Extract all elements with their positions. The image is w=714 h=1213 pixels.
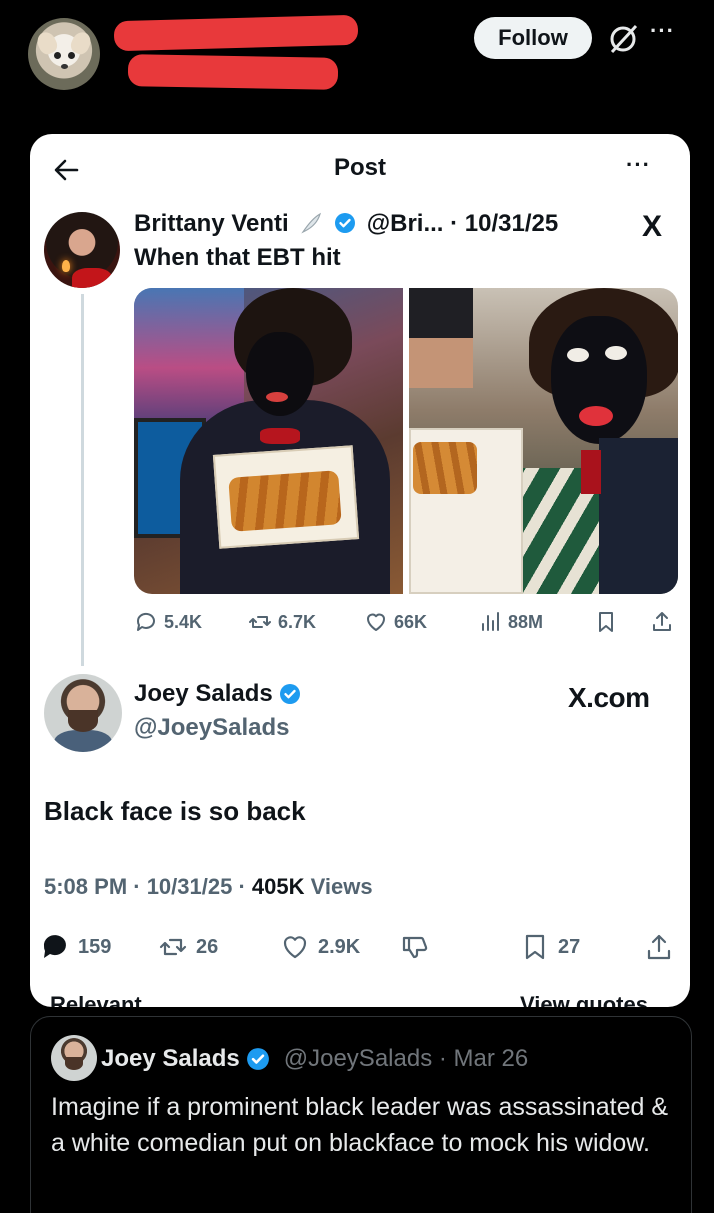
feather-icon (301, 212, 322, 234)
bookmark-button[interactable]: 27 (520, 932, 580, 962)
repost-icon (249, 616, 271, 628)
more-options-icon[interactable]: ··· (626, 152, 651, 178)
verified-badge-icon (335, 213, 356, 233)
quote-text: Imagine if a prominent black leader was … (51, 1093, 668, 1157)
post-meta: 5:08 PM · 10/31/25 · 405K Views (44, 874, 373, 899)
grok-icon[interactable] (606, 22, 640, 56)
share-icon (653, 612, 671, 631)
bookmark-button[interactable] (594, 610, 618, 634)
verified-badge-icon (246, 1048, 269, 1070)
reply-button[interactable]: 159 (40, 932, 111, 962)
thread-line (81, 294, 84, 666)
avatar[interactable] (44, 674, 122, 752)
quoted-post-author[interactable]: Brittany Venti @Bri... · 10/31/25 (134, 210, 558, 238)
post-header: Post ··· (30, 134, 690, 204)
heart-icon (283, 936, 307, 959)
bookmark-icon (525, 934, 545, 960)
post-screenshot-card: Post ··· Brittany Venti @Bri... · 10/31/… (30, 134, 690, 1007)
x-logo-icon: X (642, 210, 663, 243)
photo-1[interactable] (134, 288, 403, 594)
bookmark-icon (599, 612, 613, 632)
avatar[interactable] (44, 212, 120, 288)
like-button[interactable]: 2.9K (280, 932, 360, 962)
redacted-handle (127, 54, 339, 90)
photo-2[interactable] (409, 288, 678, 594)
follow-button[interactable]: Follow (474, 17, 592, 59)
repost-icon (159, 938, 187, 956)
share-icon (647, 934, 671, 960)
views-button[interactable]: 88M (478, 610, 543, 634)
quote-author[interactable]: Joey Salads @JoeySalads · Mar 26 (101, 1045, 528, 1073)
reply-icon (136, 612, 155, 631)
thumbs-down-icon (402, 936, 428, 959)
views-chart-icon (482, 612, 499, 631)
reply-icon (43, 935, 66, 958)
post-author-name[interactable]: Joey Salads (134, 680, 301, 708)
quoted-post-stats: 5.4K 6.7K 66K 88M (132, 606, 680, 642)
view-quotes-link[interactable]: View quotes (520, 992, 648, 1007)
avatar[interactable] (51, 1035, 97, 1081)
repost-button[interactable]: 6.7K (248, 610, 316, 634)
verified-badge-icon (279, 684, 300, 704)
share-button[interactable] (650, 610, 674, 634)
page-title: Post (333, 154, 386, 181)
quote-tweet-card[interactable]: Joey Salads @JoeySalads · Mar 26 Imagine… (30, 1016, 692, 1213)
heart-icon (367, 613, 385, 631)
x-com-watermark: X.com (568, 682, 650, 713)
post-author-handle[interactable]: @JoeySalads (134, 714, 289, 742)
more-options-icon[interactable]: ··· (650, 18, 675, 44)
top-bar: Follow ··· (0, 0, 714, 110)
avatar[interactable] (28, 18, 100, 90)
reply-button[interactable]: 5.4K (134, 610, 202, 634)
post-stats: 159 26 2.9K 27 (40, 928, 680, 968)
dislike-icon[interactable] (400, 932, 430, 962)
share-button[interactable] (644, 932, 674, 962)
post-text: Black face is so back (44, 796, 306, 826)
redacted-name (113, 14, 359, 52)
repost-button[interactable]: 26 (158, 932, 218, 962)
quoted-post-text: When that EBT hit (134, 244, 341, 271)
like-button[interactable]: 66K (364, 610, 427, 634)
relevant-sort-label[interactable]: Relevant (50, 992, 142, 1007)
post-media[interactable] (134, 288, 678, 594)
